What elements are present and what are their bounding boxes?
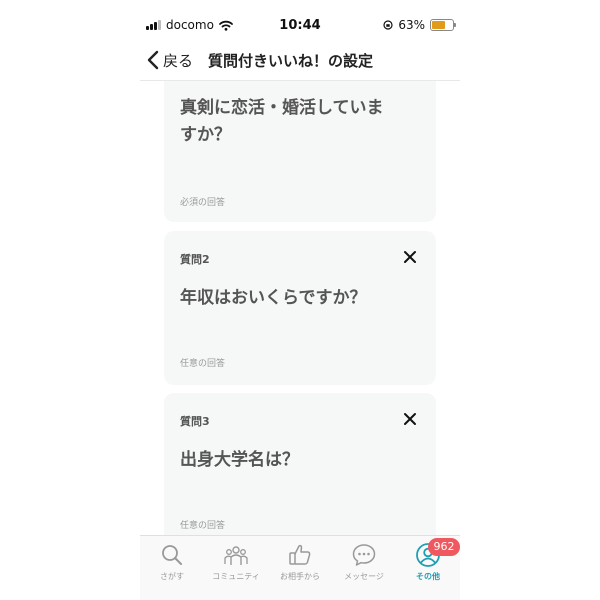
question-card-2[interactable]: 質問2 年収はおいくらですか？ 任意の回答: [164, 231, 436, 385]
requirement-label: 任意の回答: [180, 359, 226, 369]
battery-icon: [430, 19, 456, 31]
tab-label: お相手から: [280, 572, 320, 581]
question-label: 質問2: [180, 253, 210, 266]
question-card-1[interactable]: 真剣に恋活・婚活していま すか？ 必須の回答: [164, 81, 436, 222]
tab-bar: さがす コミュニティ お相手から メッセージ その他: [140, 535, 460, 600]
message-icon: [352, 544, 376, 566]
rotation-lock-icon: [383, 20, 393, 30]
status-right: 63%: [383, 18, 456, 32]
close-icon[interactable]: [402, 249, 418, 265]
tab-search[interactable]: さがす: [140, 536, 204, 592]
page-title: 質問付きいいね！の設定: [208, 52, 374, 70]
tab-label: さがす: [160, 572, 184, 581]
battery-fill: [432, 21, 445, 29]
requirement-label: 任意の回答: [180, 521, 226, 531]
requirement-label: 必須の回答: [180, 198, 226, 208]
back-button[interactable]: 戻る: [146, 46, 193, 74]
search-icon: [162, 545, 182, 565]
notification-badge: 962: [428, 538, 460, 556]
question-text: 年収はおいくらですか？: [180, 288, 367, 308]
question-card-3[interactable]: 質問3 出身大学名は？ 任意の回答: [164, 393, 436, 535]
tab-label: メッセージ: [344, 572, 384, 581]
close-icon[interactable]: [402, 411, 418, 427]
thumbs-up-icon: [289, 544, 311, 565]
question-line-1: 真剣に恋活・婚活していま: [180, 98, 384, 118]
community-icon: [224, 546, 248, 565]
battery-percent: 63%: [398, 18, 425, 32]
back-label: 戻る: [163, 51, 194, 70]
tab-messages[interactable]: メッセージ: [332, 536, 396, 592]
tab-label: その他: [416, 572, 440, 581]
tab-likes[interactable]: お相手から: [268, 536, 332, 592]
chevron-left-icon: [147, 50, 159, 70]
tab-community[interactable]: コミュニティ: [204, 536, 268, 592]
question-text: 真剣に恋活・婚活していま すか？: [180, 95, 425, 149]
question-list: 真剣に恋活・婚活していま すか？ 必須の回答 質問2 年収はおいくらですか？ 任…: [140, 81, 460, 535]
nav-bar: 戻る 質問付きいいね！の設定: [140, 40, 460, 81]
question-line-2: すか？: [180, 125, 231, 145]
question-text: 出身大学名は？: [180, 450, 299, 470]
question-label: 質問3: [180, 415, 210, 428]
phone-screen: docomo 10:44 63% 戻る 質問付きいいね！の設定 真剣に恋活・婚活…: [140, 0, 460, 600]
tab-label: コミュニティ: [212, 572, 260, 581]
status-bar: docomo 10:44 63%: [140, 14, 460, 38]
